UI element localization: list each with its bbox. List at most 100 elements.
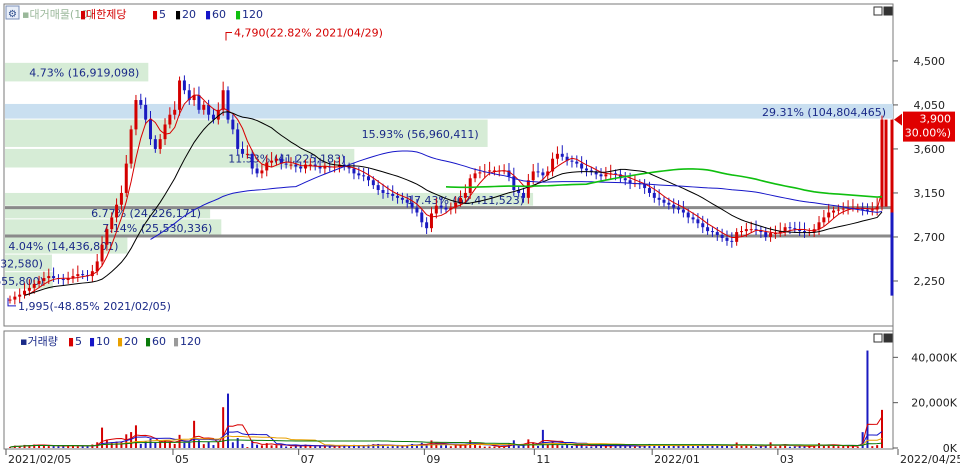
volume-bar [212, 445, 215, 448]
candle-body [119, 192, 123, 205]
candle-body [725, 237, 729, 241]
volume-legend-swatch: ▮ [145, 335, 151, 348]
candle-body [836, 209, 840, 211]
candle-body [304, 164, 308, 169]
x-tick-label: 2022/04/25 [900, 453, 960, 466]
close-icon[interactable] [883, 6, 893, 16]
candle-body [740, 231, 744, 233]
candle-body [584, 168, 588, 171]
candle-body [362, 175, 366, 177]
candle-body [163, 124, 167, 140]
volume-bar [881, 409, 883, 448]
volume-bar [382, 445, 385, 448]
volume-bar [692, 446, 695, 448]
candle-body [652, 192, 656, 198]
volume-bar [241, 443, 244, 448]
candle-body [381, 190, 385, 193]
low-annotation-label: 1,995(-48.85% 2021/02/05) [18, 300, 171, 313]
candle-body [168, 114, 172, 125]
high-annotation-label: 4,790(22.82% 2021/04/29) [234, 27, 383, 40]
legend-ma-label: 5 [159, 8, 166, 21]
candle-body [555, 153, 559, 159]
volume-bar [866, 350, 869, 448]
x-tick-label: 09 [426, 453, 440, 466]
x-tick-label: 11 [536, 453, 550, 466]
volume-bar [154, 442, 157, 448]
close-icon[interactable] [883, 333, 893, 343]
candle-body [274, 158, 278, 161]
volume-bar [57, 446, 60, 448]
candle-body [710, 231, 714, 233]
y-tick-label: 4,500 [914, 55, 946, 68]
candle-body [463, 192, 467, 198]
volume-profile-label: 1.58% (5,655,800) [0, 275, 44, 288]
current-price-change: ( 30.00%) [897, 127, 951, 140]
candle-body [32, 283, 36, 288]
x-tick-label: 2022/01 [654, 453, 700, 466]
volume-bar [42, 445, 45, 448]
candle-body [681, 209, 685, 213]
candle-body [720, 235, 724, 238]
volume-bar [740, 445, 743, 448]
candle-body [37, 280, 41, 284]
candle-body [284, 163, 288, 165]
candle-body [769, 233, 773, 237]
volume-bar [478, 445, 481, 448]
volume-bar [23, 444, 26, 448]
volume-bar [348, 446, 351, 448]
candle-body [400, 197, 404, 200]
y-tick-label: 4,050 [914, 99, 946, 112]
candle-body [366, 176, 370, 181]
current-price-label: 3,900 [920, 113, 952, 126]
maximize-icon[interactable] [873, 333, 883, 343]
candle-body [764, 232, 768, 237]
candle-body [226, 90, 230, 120]
candle-body [260, 170, 264, 174]
maximize-icon[interactable] [873, 6, 883, 16]
stock-chart: 29.31% (104,804,465) 15.93% (56,960,411) 1… [0, 3, 960, 466]
candle-body [129, 129, 133, 164]
volume-bar [483, 446, 486, 448]
candle-body [231, 119, 235, 130]
candle-body [105, 229, 109, 245]
candle-body [817, 222, 821, 230]
volume-bar [750, 446, 753, 448]
candle-body [473, 173, 477, 179]
volume-bar [440, 445, 443, 448]
candle-body [575, 161, 579, 164]
volume-legend-swatch: ▮ [89, 335, 95, 348]
volume-bar [527, 439, 530, 448]
candle-body [255, 168, 259, 174]
candle-body [657, 197, 661, 200]
volume-bar [168, 442, 171, 448]
candle-body [294, 164, 298, 167]
volume-bar [193, 420, 196, 448]
volume-bar [541, 429, 544, 448]
candle-body [352, 168, 356, 174]
candle-body [696, 219, 700, 224]
volume-pane [3, 330, 894, 450]
volume-bar [159, 442, 162, 448]
volume-profile-label: 1.55% (5,532,580) [0, 257, 43, 270]
candle-body [647, 188, 651, 193]
candle-body [691, 217, 695, 220]
candle-body [323, 166, 327, 169]
volume-y-tick-label: 40,000K [911, 351, 957, 364]
volume-bar [314, 446, 317, 448]
candle-body [439, 205, 443, 208]
candle-body [289, 164, 293, 166]
candle-body [672, 204, 676, 208]
volume-bar [120, 441, 123, 448]
volume-legend-label: 10 [96, 335, 110, 348]
volume-bar [411, 443, 414, 448]
candle-body [144, 104, 148, 120]
candle-body [61, 279, 65, 281]
legend-swatch: ▮ [175, 8, 181, 21]
candle-body [604, 174, 608, 177]
volume-legend-label: 60 [152, 335, 166, 348]
candle-body [13, 296, 17, 300]
volume-bar [285, 446, 288, 448]
volume-bar [730, 446, 733, 448]
candle-body [110, 217, 114, 230]
candle-body [250, 153, 254, 169]
